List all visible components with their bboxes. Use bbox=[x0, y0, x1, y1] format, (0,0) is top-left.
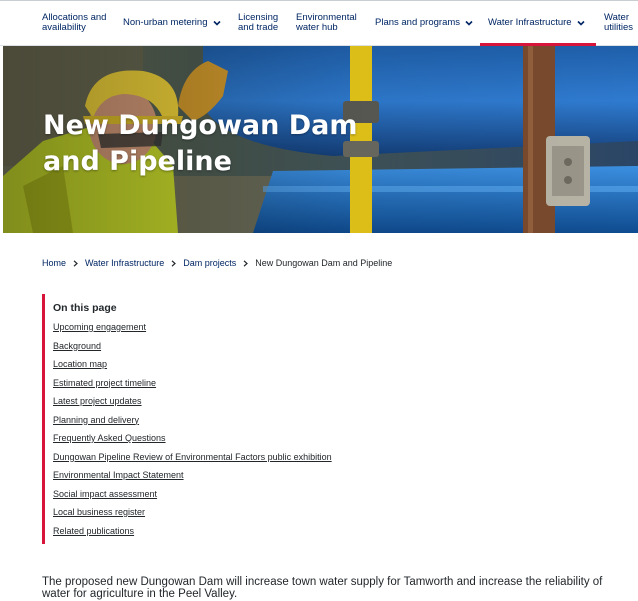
chevron-down-icon bbox=[212, 20, 221, 26]
nav-label: Allocations and availability bbox=[42, 12, 107, 33]
list-item: Frequently Asked Questions bbox=[53, 433, 332, 452]
nav-item-plans-programs[interactable]: Plans and programs bbox=[375, 0, 475, 46]
nav-label: Plans and programs bbox=[375, 17, 461, 28]
breadcrumb-link-water-infrastructure[interactable]: Water Infrastructure bbox=[85, 258, 164, 268]
anchor-link-local-business[interactable]: Local business register bbox=[53, 507, 145, 517]
list-item: Location map bbox=[53, 359, 332, 378]
anchor-link-location-map[interactable]: Location map bbox=[53, 359, 107, 369]
chevron-right-icon bbox=[171, 259, 177, 267]
main-navigation: Allocations and availability Non-urban m… bbox=[0, 0, 638, 46]
breadcrumb: Home Water Infrastructure Dam projects N… bbox=[42, 258, 392, 268]
breadcrumb-link-dam-projects[interactable]: Dam projects bbox=[183, 258, 236, 268]
anchor-link-project-timeline[interactable]: Estimated project timeline bbox=[53, 378, 156, 388]
nav-item-licensing[interactable]: Licensing and trade bbox=[238, 0, 286, 46]
list-item: Local business register bbox=[53, 507, 332, 526]
anchor-link-ref-exhibition[interactable]: Dungowan Pipeline Review of Environmenta… bbox=[53, 452, 332, 462]
breadcrumb-current: New Dungowan Dam and Pipeline bbox=[255, 258, 393, 268]
nav-label: Water Infrastructure bbox=[488, 17, 572, 28]
nav-item-allocations[interactable]: Allocations and availability bbox=[42, 0, 114, 46]
page-title: New Dungowan Dam and Pipeline bbox=[43, 110, 358, 177]
nav-item-water-infrastructure[interactable]: Water Infrastructure bbox=[480, 0, 596, 46]
list-item: Related publications bbox=[53, 526, 332, 545]
nav-label: Water utilities bbox=[604, 12, 634, 33]
on-this-page-panel: On this page Upcoming engagement Backgro… bbox=[42, 294, 402, 544]
anchor-link-background[interactable]: Background bbox=[53, 341, 101, 351]
on-this-page-list: Upcoming engagement Background Location … bbox=[53, 322, 332, 544]
chevron-right-icon bbox=[243, 259, 249, 267]
list-item: Social impact assessment bbox=[53, 489, 332, 508]
intro-paragraph: The proposed new Dungowan Dam will incre… bbox=[42, 576, 603, 600]
list-item: Latest project updates bbox=[53, 396, 332, 415]
nav-item-environmental-water[interactable]: Environmental water hub bbox=[296, 0, 362, 46]
nav-label: Environmental water hub bbox=[296, 12, 357, 33]
anchor-link-social-impact[interactable]: Social impact assessment bbox=[53, 489, 157, 499]
chevron-down-icon bbox=[577, 20, 585, 26]
chevron-right-icon bbox=[73, 259, 78, 267]
anchor-link-planning-delivery[interactable]: Planning and delivery bbox=[53, 415, 139, 425]
list-item: Environmental Impact Statement bbox=[53, 470, 332, 489]
list-item: Dungowan Pipeline Review of Environmenta… bbox=[53, 452, 332, 471]
nav-label: Licensing and trade bbox=[238, 12, 279, 33]
chevron-down-icon bbox=[465, 20, 473, 26]
on-this-page-heading: On this page bbox=[53, 302, 117, 314]
anchor-link-related-publications[interactable]: Related publications bbox=[53, 526, 134, 536]
anchor-link-eis[interactable]: Environmental Impact Statement bbox=[53, 470, 184, 480]
list-item: Estimated project timeline bbox=[53, 378, 332, 397]
nav-item-water-utilities[interactable]: Water utilities bbox=[604, 0, 638, 46]
breadcrumb-link-home[interactable]: Home bbox=[42, 258, 66, 268]
list-item: Planning and delivery bbox=[53, 415, 332, 434]
hero-banner: New Dungowan Dam and Pipeline bbox=[3, 46, 638, 233]
anchor-link-upcoming-engagement[interactable]: Upcoming engagement bbox=[53, 322, 146, 332]
list-item: Background bbox=[53, 341, 332, 360]
nav-label: Non-urban metering bbox=[123, 17, 208, 28]
list-item: Upcoming engagement bbox=[53, 322, 332, 341]
anchor-link-project-updates[interactable]: Latest project updates bbox=[53, 396, 142, 406]
nav-item-non-urban-metering[interactable]: Non-urban metering bbox=[123, 0, 227, 46]
anchor-link-faq[interactable]: Frequently Asked Questions bbox=[53, 433, 166, 443]
